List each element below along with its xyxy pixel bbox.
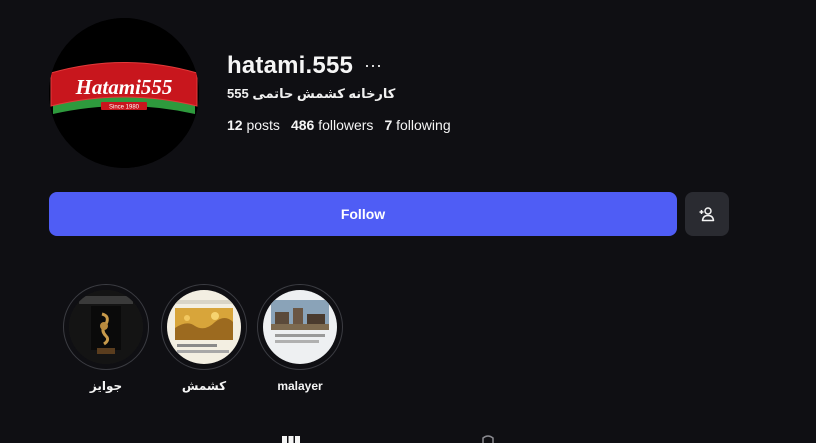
brand-logo: Hatami555 Since 1980 bbox=[49, 18, 199, 168]
following-stat[interactable]: 7 following bbox=[384, 117, 450, 133]
highlight-label: کشمش bbox=[181, 379, 227, 393]
add-person-icon bbox=[699, 207, 715, 222]
highlight-label: جوایز bbox=[89, 379, 123, 393]
highlight-ring bbox=[161, 284, 247, 370]
followers-stat[interactable]: 486 followers bbox=[291, 117, 374, 133]
following-count: 7 bbox=[384, 117, 393, 133]
more-options-button[interactable]: ··· bbox=[364, 56, 382, 74]
suggested-accounts-button[interactable] bbox=[685, 192, 729, 236]
follow-button[interactable]: Follow bbox=[49, 192, 677, 236]
highlight-cover bbox=[263, 290, 337, 364]
story-highlight[interactable]: malayer bbox=[257, 284, 343, 393]
highlight-label: malayer bbox=[277, 379, 323, 393]
profile-bio: کارخانه کشمش حاتمی 555 bbox=[227, 86, 396, 101]
posts-grid-tab-icon[interactable] bbox=[282, 433, 300, 443]
following-label: following bbox=[396, 117, 451, 133]
posts-label: posts bbox=[246, 117, 280, 133]
story-highlight[interactable]: جوایز bbox=[63, 284, 149, 393]
story-highlight[interactable]: کشمش bbox=[161, 284, 247, 393]
logo-tagline: Since 1980 bbox=[109, 105, 140, 111]
posts-count: 12 bbox=[227, 117, 243, 133]
highlight-cover bbox=[69, 290, 143, 364]
followers-count: 486 bbox=[290, 117, 315, 133]
profile-stats: 12 posts 486 followers 7 following bbox=[227, 117, 451, 133]
profile-username: hatami.555 bbox=[227, 52, 354, 79]
highlight-ring bbox=[63, 284, 149, 370]
profile-avatar[interactable]: Hatami555 Since 1980 bbox=[49, 18, 199, 168]
logo-wordmark: Hatami555 bbox=[75, 75, 173, 99]
highlight-ring bbox=[257, 284, 343, 370]
tagged-tab-icon[interactable] bbox=[480, 433, 496, 443]
ellipsis-icon: ··· bbox=[364, 55, 382, 75]
highlight-cover bbox=[167, 290, 241, 364]
posts-stat: 12 posts bbox=[227, 117, 280, 133]
followers-label: followers bbox=[318, 117, 374, 133]
